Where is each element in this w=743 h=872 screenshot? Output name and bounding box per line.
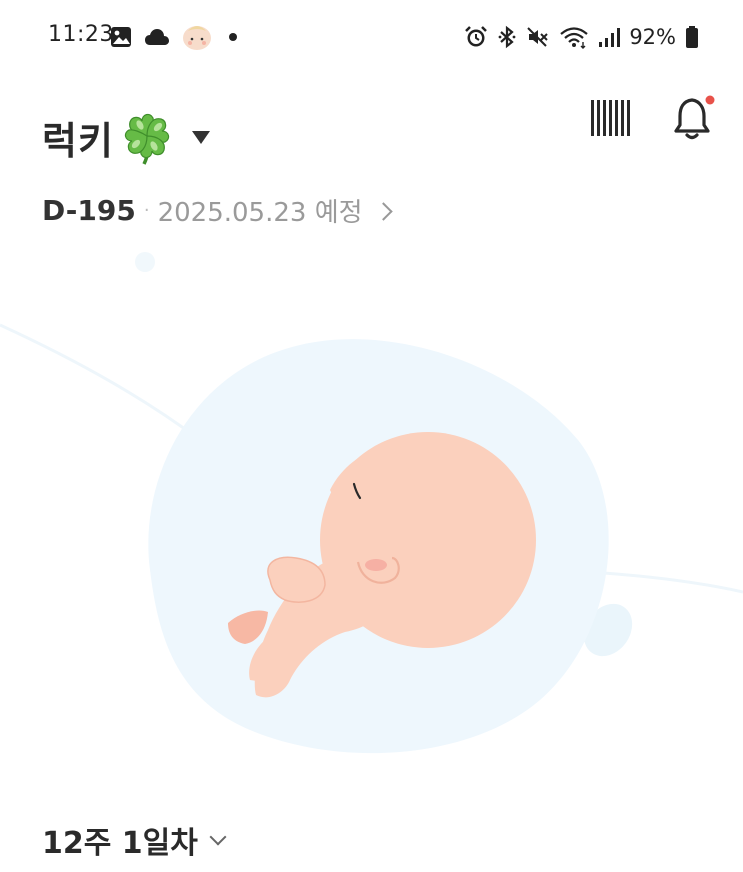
fetus-illustration <box>0 252 743 754</box>
due-date-row[interactable]: D-195 · 2025.05.23 예정 <box>42 192 393 229</box>
status-right-icons: 92% <box>464 22 699 52</box>
chevron-down-icon <box>209 828 227 846</box>
cloud-icon <box>145 29 169 45</box>
bell-icon <box>674 95 715 140</box>
baby-face-icon <box>183 26 211 50</box>
status-left-icons <box>110 22 242 52</box>
notification-badge <box>705 95 715 105</box>
wifi-icon <box>560 27 589 49</box>
bluetooth-icon <box>498 25 516 49</box>
baby-selector[interactable]: 럭키 <box>42 108 210 166</box>
baby-name: 럭키 <box>42 118 114 163</box>
signal-icon <box>599 28 621 47</box>
dot-icon <box>229 33 237 41</box>
chevron-right-icon <box>373 202 393 221</box>
gallery-icon <box>111 27 131 47</box>
alarm-icon <box>465 26 488 47</box>
dday-count: D-195 <box>42 194 136 227</box>
caret-down-icon <box>191 130 210 144</box>
due-date-text: 2025.05.23 예정 <box>157 198 363 228</box>
status-time: 11:23 <box>48 22 114 47</box>
barcode-button[interactable] <box>589 98 633 138</box>
barcode-icon <box>591 100 630 136</box>
separator-dot: · <box>143 200 150 221</box>
battery-percent: 92% <box>629 25 676 49</box>
battery-icon <box>686 26 698 48</box>
mute-icon <box>527 27 549 47</box>
clover-icon <box>124 113 170 165</box>
week-selector[interactable]: 12주 1일차 <box>42 818 227 862</box>
week-label: 12주 1일차 <box>42 826 198 861</box>
status-bar: 11:23 92% <box>0 0 743 72</box>
notification-button[interactable] <box>672 94 716 142</box>
